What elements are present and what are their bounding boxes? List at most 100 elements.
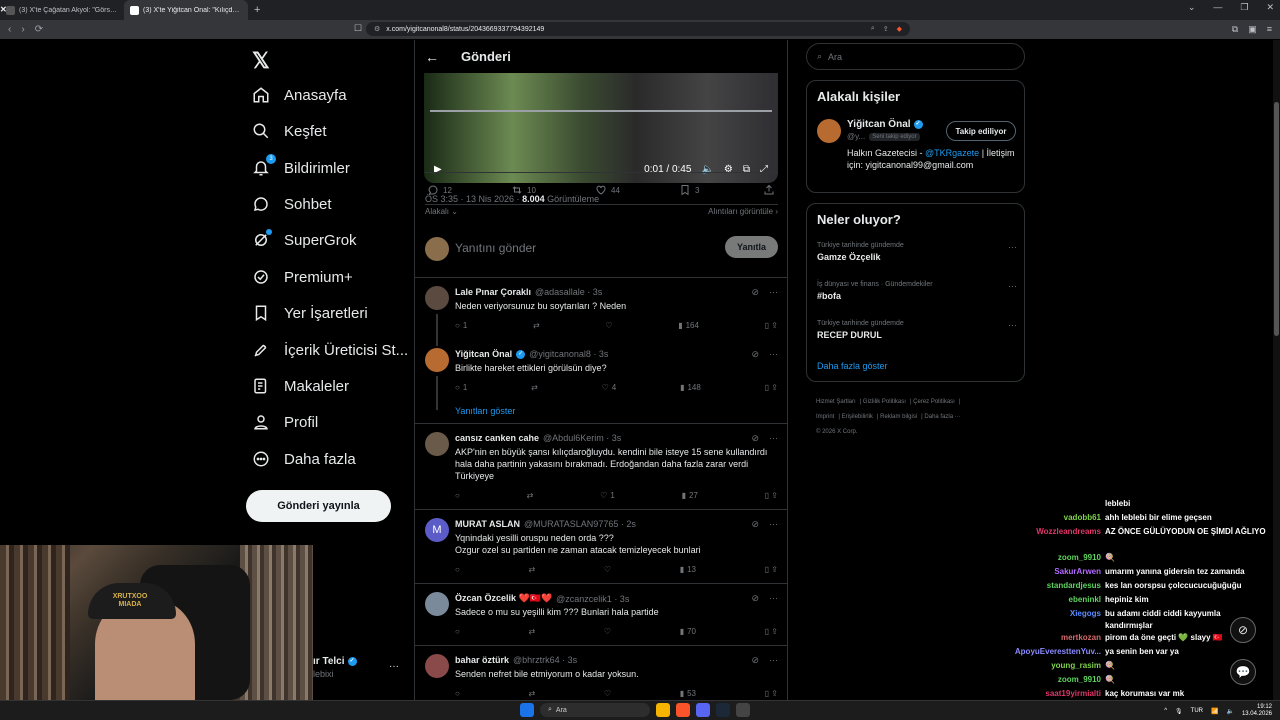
clock[interactable]: 19:12 13.04.2026 <box>1242 704 1272 718</box>
footer-link[interactable]: Reklam bilgisi <box>880 414 917 420</box>
like-action[interactable]: ♡ 1 <box>600 491 615 500</box>
taskbar-search[interactable]: ⌕ Ara <box>540 703 650 717</box>
like-action[interactable]: ♡ <box>604 627 611 636</box>
reply-author[interactable]: MURAT ASLAN <box>455 519 520 529</box>
reply-item[interactable]: bahar öztürk @bhrztrk64 · 3s ⊘ ··· Senden … <box>415 646 787 700</box>
bookmark-action[interactable]: ▯ ⇪ <box>765 627 778 636</box>
obs-icon[interactable] <box>736 703 750 717</box>
nav-item-more[interactable]: Daha fazla <box>252 447 356 471</box>
view-quotes-link[interactable]: Alıntıları görüntüle › <box>708 207 778 216</box>
grok-icon[interactable]: ⊘ <box>751 433 759 444</box>
grok-icon[interactable]: ⊘ <box>751 519 759 530</box>
nav-item-articles[interactable]: Makaleler <box>252 374 349 398</box>
reply-input[interactable]: Yanıtını gönder <box>455 241 536 255</box>
show-more-link[interactable]: Daha fazla göster <box>817 361 888 371</box>
more-options-icon[interactable]: ··· <box>769 433 778 444</box>
close-window-icon[interactable]: ✕ <box>1266 2 1274 13</box>
nav-item-creator-studio[interactable]: İçerik Üreticisi St... <box>252 338 408 362</box>
sort-dropdown[interactable]: Alakalı ⌄ <box>425 207 458 216</box>
bookmark-action[interactable]: ▯ ⇪ <box>765 565 778 574</box>
x-logo-icon[interactable]: 𝕏 <box>252 48 270 74</box>
reply-item[interactable]: cansız canken cahe @Abdul6Kerim · 3s ⊘ ···… <box>415 424 787 510</box>
trend-item[interactable]: İş dünyası ve finans · Gündemdekiler #bo… <box>817 281 1017 301</box>
more-options-icon[interactable]: ··· <box>769 655 778 666</box>
footer-link[interactable]: Gizlilik Politikası <box>863 399 906 405</box>
wallet-icon[interactable]: ▣ <box>1248 24 1257 35</box>
tab-list-icon[interactable]: ⌄ <box>1188 2 1196 13</box>
more-options-icon[interactable]: ··· <box>389 661 399 672</box>
views-action[interactable]: ▮ 13 <box>680 565 696 574</box>
maximize-icon[interactable]: ❐ <box>1240 2 1248 13</box>
reply-action[interactable]: ○ <box>455 565 460 574</box>
extensions-icon[interactable]: ⧉ <box>1232 24 1238 35</box>
video-player[interactable]: ▶ 0:01 / 0:45 🔈 ⚙ ⧉ ⤢ <box>424 73 778 183</box>
repost-action[interactable]: ⇄ <box>531 383 538 392</box>
footer-link[interactable]: Erişilebilirlik <box>842 414 873 420</box>
share-icon[interactable]: ⇪ <box>883 25 889 33</box>
more-options-icon[interactable]: ··· <box>1008 281 1017 291</box>
bookmark-action[interactable]: ▯ ⇪ <box>765 491 778 500</box>
messages-icon[interactable]: 💬 <box>1230 659 1256 685</box>
footer-link[interactable]: Daha fazla ··· <box>924 414 960 420</box>
back-arrow-icon[interactable]: ← <box>425 49 439 65</box>
views-action[interactable]: ▮ 148 <box>680 383 701 392</box>
reply-action[interactable]: ○ <box>455 689 460 698</box>
views-action[interactable]: ▮ 164 <box>678 321 699 330</box>
back-icon[interactable]: ‹ <box>8 24 11 35</box>
more-options-icon[interactable]: ··· <box>769 349 778 360</box>
reply-author[interactable]: cansız canken cahe <box>455 433 539 443</box>
reply-author[interactable]: Yiğitcan Önal <box>455 349 512 359</box>
bookmark-count[interactable]: 3 <box>679 184 699 196</box>
reply-action[interactable]: ○ <box>455 627 460 636</box>
nav-item-home[interactable]: Anasayfa <box>252 83 347 107</box>
like-action[interactable]: ♡ <box>604 565 611 574</box>
brave-icon[interactable] <box>676 703 690 717</box>
footer-link[interactable]: Çerez Politikası <box>913 399 955 405</box>
like-action[interactable]: ♡ <box>605 321 612 330</box>
video-progress-bar[interactable] <box>430 110 772 112</box>
more-options-icon[interactable]: ··· <box>1008 320 1017 330</box>
tray-arrow-icon[interactable]: ^ <box>1164 708 1167 714</box>
bio-link[interactable]: @TKRgazete <box>925 148 979 158</box>
views-action[interactable]: ▮ 53 <box>680 689 696 698</box>
repost-action[interactable]: ⇄ <box>527 491 534 500</box>
views-action[interactable]: ▮ 70 <box>680 627 696 636</box>
grok-icon[interactable]: ⊘ <box>751 287 759 298</box>
repost-count[interactable]: 10 <box>511 184 536 196</box>
avatar[interactable] <box>817 119 841 143</box>
reply-item[interactable]: Yiğitcan Önal ✓ @yigitcanonal8 · 3s ⊘ ··· B… <box>415 340 787 424</box>
reply-button[interactable]: Yanıtla <box>725 236 778 258</box>
footer-link[interactable]: Hizmet Şartları <box>816 399 856 405</box>
related-name[interactable]: Yiğitcan Önal <box>847 119 911 130</box>
nav-item-profile[interactable]: Profil <box>252 410 318 434</box>
nav-item-bookmarks[interactable]: Yer İşaretleri <box>252 301 368 325</box>
menu-icon[interactable]: ≡ <box>1267 24 1272 35</box>
trend-item[interactable]: Türkiye tarihinde gündemde Gamze Özçelik… <box>817 242 1017 262</box>
nav-item-supergrok[interactable]: SuperGrok <box>252 228 357 252</box>
like-action[interactable]: ♡ <box>604 689 611 698</box>
account-switcher[interactable]: ır Telci ✓ lebixi ··· <box>313 655 413 685</box>
steam-icon[interactable] <box>716 703 730 717</box>
repost-action[interactable]: ⇄ <box>529 565 536 574</box>
search-input[interactable]: ⌕ Ara <box>806 43 1025 70</box>
footer-link[interactable]: Imprint <box>816 414 834 420</box>
share-icon[interactable] <box>763 184 775 196</box>
views-action[interactable]: ▮ 27 <box>682 491 698 500</box>
mic-icon[interactable]: 🎙 <box>1175 708 1183 715</box>
reply-action[interactable]: ○ 1 <box>455 321 467 330</box>
like-action[interactable]: ♡ 4 <box>602 383 617 392</box>
grok-icon[interactable]: ⊘ <box>1230 617 1256 643</box>
file-explorer-icon[interactable] <box>656 703 670 717</box>
scrollbar-thumb[interactable] <box>1274 102 1279 336</box>
reply-author[interactable]: Lale Pınar Çoraklı <box>455 287 531 297</box>
forward-icon[interactable]: › <box>21 24 24 35</box>
like-count[interactable]: 44 <box>595 184 620 196</box>
url-field[interactable]: ⚙ x.com/yigitcanonal8/status/20436693377… <box>366 22 910 36</box>
reply-item[interactable]: Lale Pınar Çoraklı @adasallale · 3s ⊘ ··· … <box>415 278 787 346</box>
following-button[interactable]: Takip ediliyor <box>946 121 1016 141</box>
reply-item[interactable]: Özcan Özcelik ❤️🇹🇷❤️ @zcanzcelik1 · 3s ⊘ ·… <box>415 584 787 646</box>
reply-action[interactable]: ○ 1 <box>455 383 467 392</box>
close-tab-icon[interactable]: ✕ <box>0 4 290 16</box>
reply-item[interactable]: M MURAT ASLAN @MURATASLAN97765 · 2s ⊘ ··· … <box>415 510 787 584</box>
grok-icon[interactable]: ⊘ <box>751 593 759 604</box>
